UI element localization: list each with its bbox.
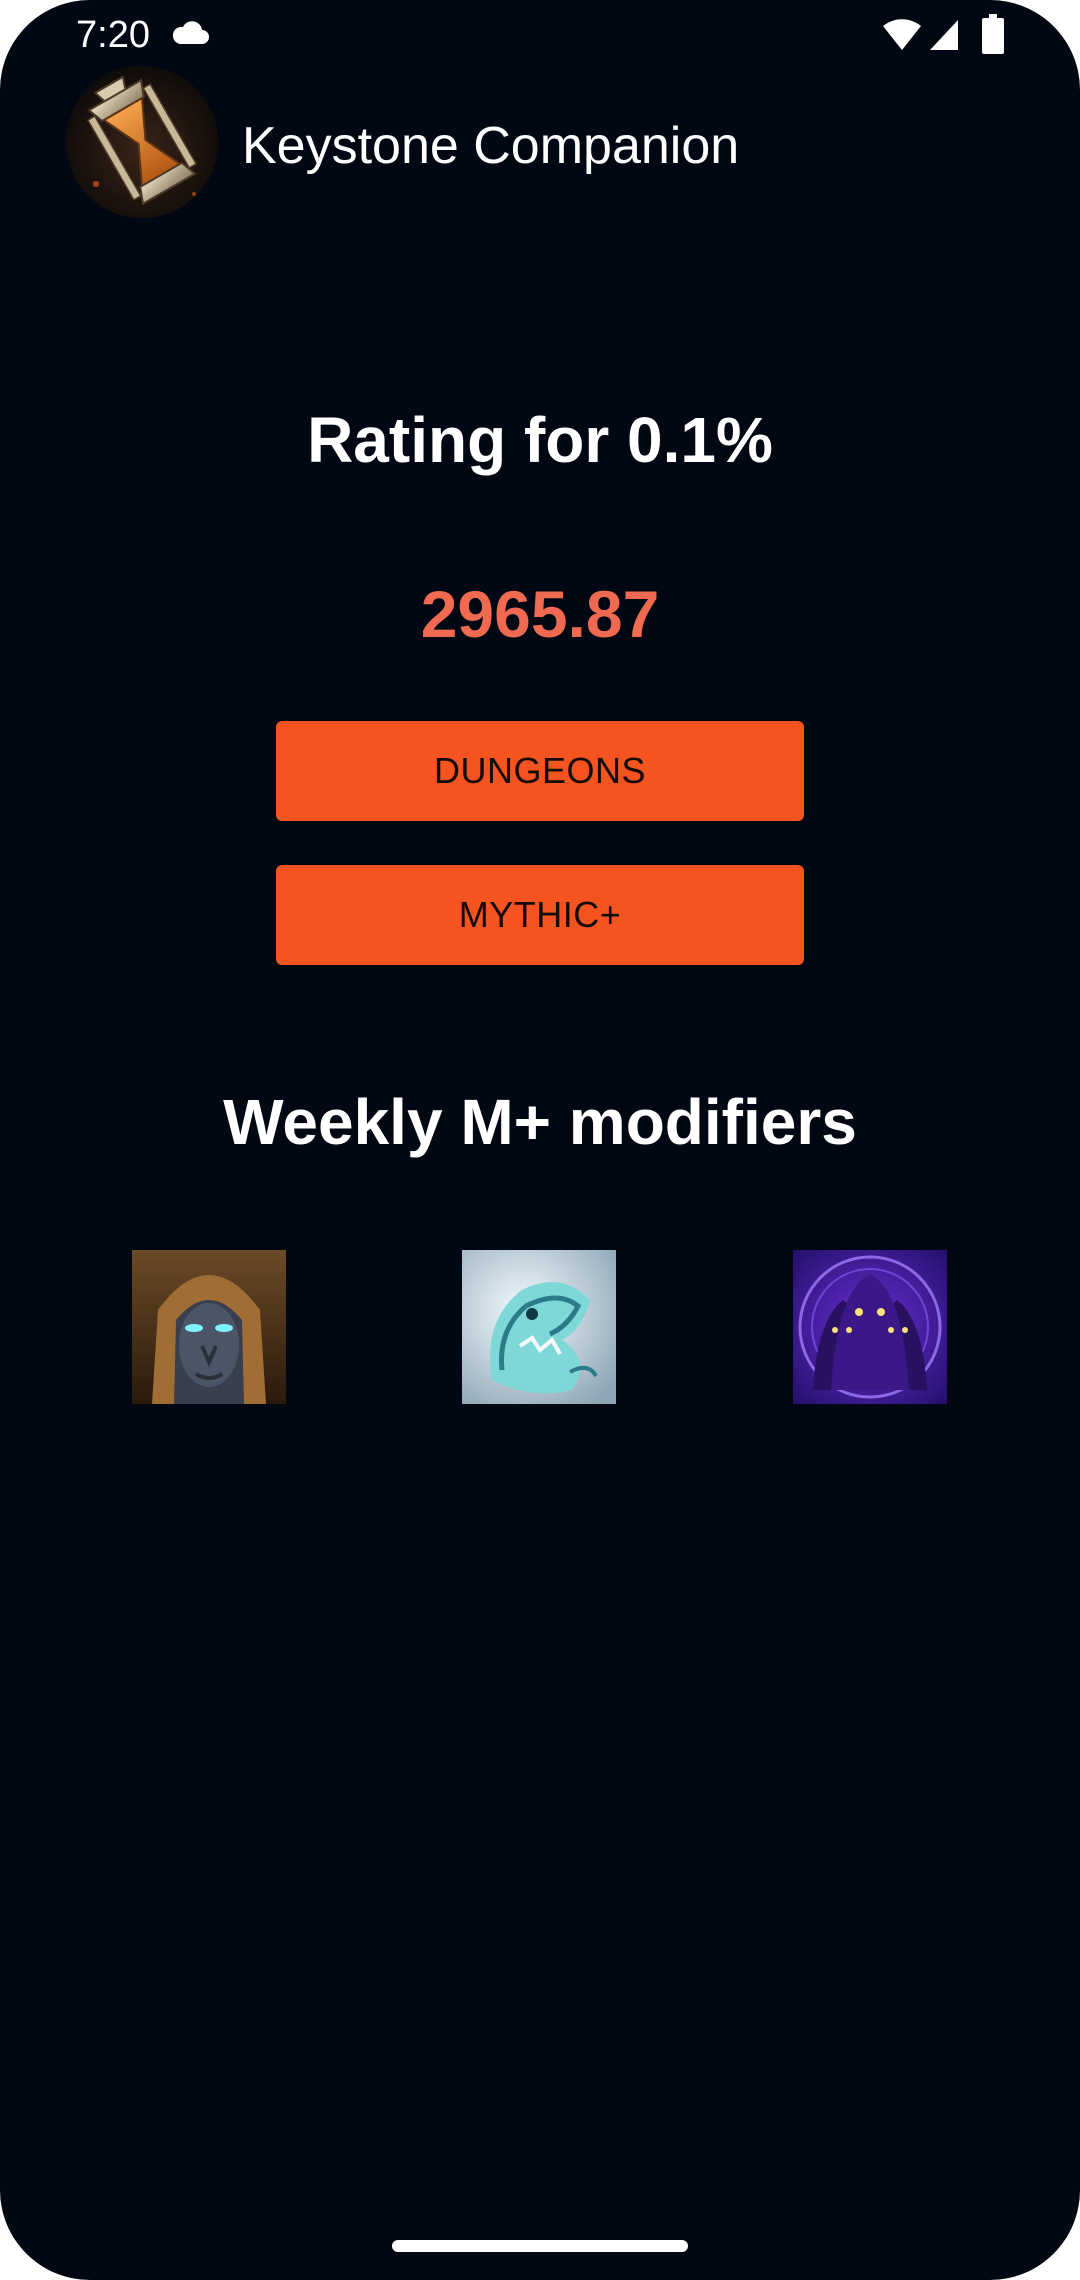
modifier-1[interactable] bbox=[132, 1250, 286, 1404]
purple-hooded-figures-icon bbox=[793, 1250, 947, 1404]
status-time: 7:20 bbox=[76, 14, 150, 56]
signal-icon bbox=[930, 20, 962, 50]
status-bar: 7:20 bbox=[0, 0, 1080, 70]
app-screen: 7:20 Keystone Companion Rating for 0.1% … bbox=[0, 0, 1080, 2280]
cloud-icon bbox=[172, 21, 209, 44]
dungeons-button[interactable]: DUNGEONS bbox=[276, 721, 804, 821]
keystone-hourglass-icon bbox=[66, 66, 218, 218]
modifiers-heading: Weekly M+ modifiers bbox=[223, 1086, 857, 1158]
battery-icon bbox=[982, 14, 1004, 54]
frost-creature-icon bbox=[462, 1250, 616, 1404]
app-logo bbox=[66, 66, 218, 218]
gesture-bar[interactable] bbox=[392, 2240, 688, 2252]
hooded-stone-face-icon bbox=[132, 1250, 286, 1404]
app-title: Keystone Companion bbox=[242, 117, 740, 175]
mythic-plus-button[interactable]: MYTHIC+ bbox=[276, 865, 804, 965]
modifier-2[interactable] bbox=[462, 1250, 616, 1404]
rating-heading: Rating for 0.1% bbox=[307, 404, 773, 476]
rating-value: 2965.87 bbox=[420, 577, 660, 651]
wifi-icon bbox=[883, 19, 921, 50]
modifier-3[interactable] bbox=[793, 1250, 947, 1404]
